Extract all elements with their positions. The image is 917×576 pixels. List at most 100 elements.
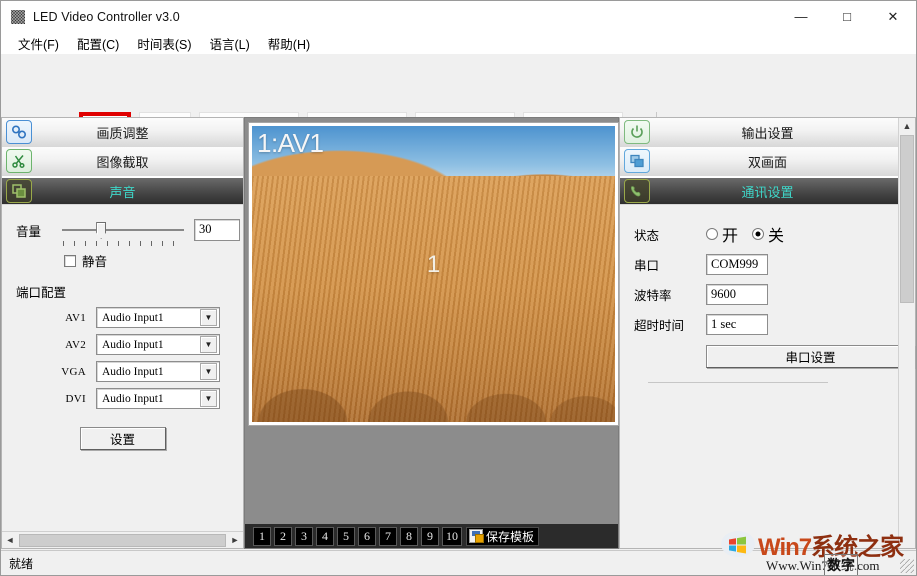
preset-button-10[interactable]: 10	[442, 527, 462, 546]
baud-rate-input[interactable]: 9600	[706, 284, 768, 305]
baud-rate-label: 波特率	[634, 285, 706, 304]
preview-channel-number: 1	[427, 251, 440, 279]
title-bar: LED Video Controller v3.0 — □ ✕	[1, 1, 916, 32]
sidebar-item-dual-screen[interactable]: 双画面	[620, 147, 915, 176]
minimize-button[interactable]: —	[778, 1, 824, 32]
chevron-down-icon[interactable]: ▼	[200, 309, 217, 326]
save-template-label: 保存模板	[486, 528, 534, 545]
save-template-button[interactable]: 保存模板	[466, 527, 539, 546]
window-controls: — □ ✕	[778, 1, 916, 32]
radio-state-off-label: 关	[768, 222, 784, 246]
sidebar-item-sound[interactable]: 声音	[2, 176, 243, 205]
serial-setup-button[interactable]: 串口设置	[706, 345, 915, 368]
port-row-dvi: DVI Audio Input1 ▼	[2, 382, 243, 409]
sound-settings-body: 音量 30 静音 端口配置 AV1 Audio Input1 ▼	[2, 205, 243, 450]
scroll-right-arrow-icon[interactable]: ►	[227, 533, 243, 548]
port-select-dvi[interactable]: Audio Input1 ▼	[96, 388, 220, 409]
window-title: LED Video Controller v3.0	[33, 10, 180, 24]
sound-icon	[6, 179, 32, 203]
volume-slider[interactable]	[62, 222, 184, 238]
state-label: 状态	[634, 225, 706, 244]
resize-grip-icon[interactable]	[900, 559, 914, 573]
preset-button-9[interactable]: 9	[421, 527, 439, 546]
port-name-av1: AV1	[2, 312, 96, 324]
timeout-input[interactable]: 1 sec	[706, 314, 768, 335]
mute-checkbox[interactable]	[64, 255, 76, 267]
scrollbar-thumb[interactable]	[19, 534, 226, 547]
sidebar-label-image-quality: 画质调整	[32, 123, 243, 142]
port-row-av2: AV2 Audio Input1 ▼	[2, 328, 243, 355]
chevron-down-icon[interactable]: ▼	[200, 336, 217, 353]
menu-help[interactable]: 帮助(H)	[259, 32, 319, 55]
preset-button-6[interactable]: 6	[358, 527, 376, 546]
menu-file[interactable]: 文件(F)	[9, 32, 68, 55]
sidebar-label-sound: 声音	[32, 182, 243, 201]
scrollbar-thumb[interactable]	[900, 135, 914, 303]
preset-button-2[interactable]: 2	[274, 527, 292, 546]
maximize-button[interactable]: □	[824, 1, 870, 32]
menu-bar: 文件(F) 配置(C) 时间表(S) 语言(L) 帮助(H)	[1, 32, 916, 54]
chevron-down-icon[interactable]: ▼	[200, 390, 217, 407]
scroll-up-arrow-icon[interactable]: ▲	[899, 118, 915, 134]
state-radio-group: 开 关	[706, 222, 798, 246]
preset-button-1[interactable]: 1	[253, 527, 271, 546]
sound-setup-button[interactable]: 设置	[80, 427, 166, 450]
left-panel: 画质调整 图像截取 声音	[1, 117, 244, 549]
preset-button-7[interactable]: 7	[379, 527, 397, 546]
comm-settings-body: 状态 开 关 串口 COM999 波特率 9600 超时时间 1 sec	[620, 205, 915, 383]
left-panel-horizontal-scrollbar[interactable]: ◄ ►	[2, 531, 243, 548]
phone-icon	[624, 179, 650, 203]
serial-port-row: 串口 COM999	[634, 249, 915, 279]
preset-button-4[interactable]: 4	[316, 527, 334, 546]
scroll-left-arrow-icon[interactable]: ◄	[2, 533, 18, 548]
preview-area: 1:AV1 1 1 2 3 4 5 6 7 8 9 10 保存模板	[244, 117, 619, 549]
comm-divider	[648, 382, 828, 383]
save-icon	[469, 529, 483, 543]
port-select-av2[interactable]: Audio Input1 ▼	[96, 334, 220, 355]
scissors-icon	[6, 149, 32, 173]
volume-slider-thumb[interactable]	[96, 222, 106, 239]
application-window: LED Video Controller v3.0 — □ ✕ 文件(F) 配置…	[0, 0, 917, 576]
preview-dune-shadow	[252, 345, 615, 422]
sidebar-label-dual-screen: 双画面	[650, 152, 915, 171]
timeout-row: 超时时间 1 sec	[634, 309, 915, 339]
port-select-vga[interactable]: Audio Input1 ▼	[96, 361, 220, 382]
volume-label: 音量	[16, 221, 62, 240]
port-value-vga: Audio Input1	[97, 366, 200, 378]
preset-button-8[interactable]: 8	[400, 527, 418, 546]
baud-rate-row: 波特率 9600	[634, 279, 915, 309]
right-panel: 输出设置 双画面 通讯设置 状态	[619, 117, 916, 549]
menu-config[interactable]: 配置(C)	[68, 32, 128, 55]
sidebar-label-image-capture: 图像截取	[32, 152, 243, 171]
volume-value-input[interactable]: 30	[194, 219, 240, 241]
sidebar-item-comm-settings[interactable]: 通讯设置	[620, 176, 915, 205]
preview-source-label: 1:AV1	[257, 128, 323, 159]
port-config-label: 端口配置	[2, 270, 243, 301]
radio-state-on[interactable]	[706, 228, 718, 240]
port-name-av2: AV2	[2, 339, 96, 351]
port-value-av1: Audio Input1	[97, 312, 200, 324]
close-button[interactable]: ✕	[870, 1, 916, 32]
chevron-down-icon[interactable]: ▼	[200, 363, 217, 380]
state-row: 状态 开 关	[634, 219, 915, 249]
menu-schedule[interactable]: 时间表(S)	[128, 32, 200, 55]
port-name-vga: VGA	[2, 366, 96, 378]
serial-setup-button-row: 串口设置	[634, 339, 915, 368]
right-panel-vertical-scrollbar[interactable]: ▲	[898, 118, 915, 548]
preset-bar: 1 2 3 4 5 6 7 8 9 10 保存模板	[245, 524, 618, 548]
port-select-av1[interactable]: Audio Input1 ▼	[96, 307, 220, 328]
sidebar-item-image-quality[interactable]: 画质调整	[2, 118, 243, 147]
menu-language[interactable]: 语言(L)	[201, 32, 259, 55]
port-value-av2: Audio Input1	[97, 339, 200, 351]
preset-button-5[interactable]: 5	[337, 527, 355, 546]
port-row-vga: VGA Audio Input1 ▼	[2, 355, 243, 382]
preview-frame[interactable]: 1:AV1 1	[248, 122, 619, 426]
input-toolbar: 输入选择 AV1 AV2	[1, 54, 916, 117]
preset-button-3[interactable]: 3	[295, 527, 313, 546]
serial-port-input[interactable]: COM999	[706, 254, 768, 275]
image-quality-icon	[6, 120, 32, 144]
sidebar-item-output-settings[interactable]: 输出设置	[620, 118, 915, 147]
sidebar-item-image-capture[interactable]: 图像截取	[2, 147, 243, 176]
radio-state-on-label: 开	[722, 222, 738, 246]
radio-state-off[interactable]	[752, 228, 764, 240]
